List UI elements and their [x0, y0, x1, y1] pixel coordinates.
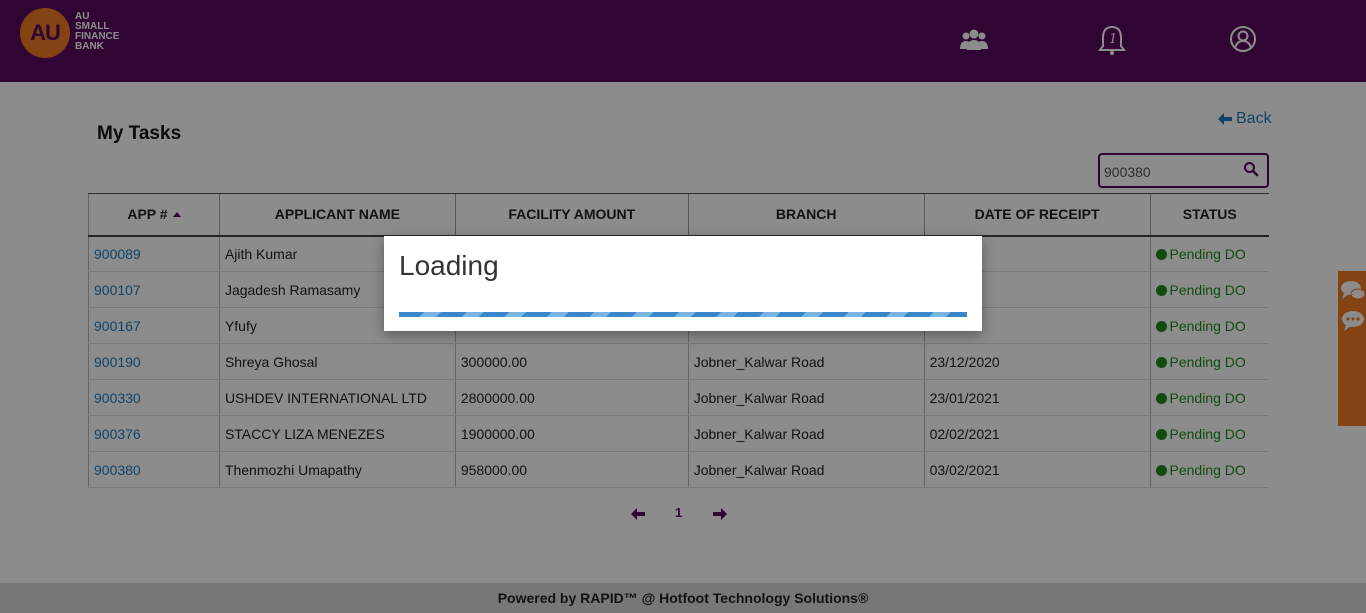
- loading-progress-bar: [399, 312, 967, 317]
- loading-title: Loading: [399, 250, 499, 281]
- loading-dialog: Loading: [384, 236, 982, 331]
